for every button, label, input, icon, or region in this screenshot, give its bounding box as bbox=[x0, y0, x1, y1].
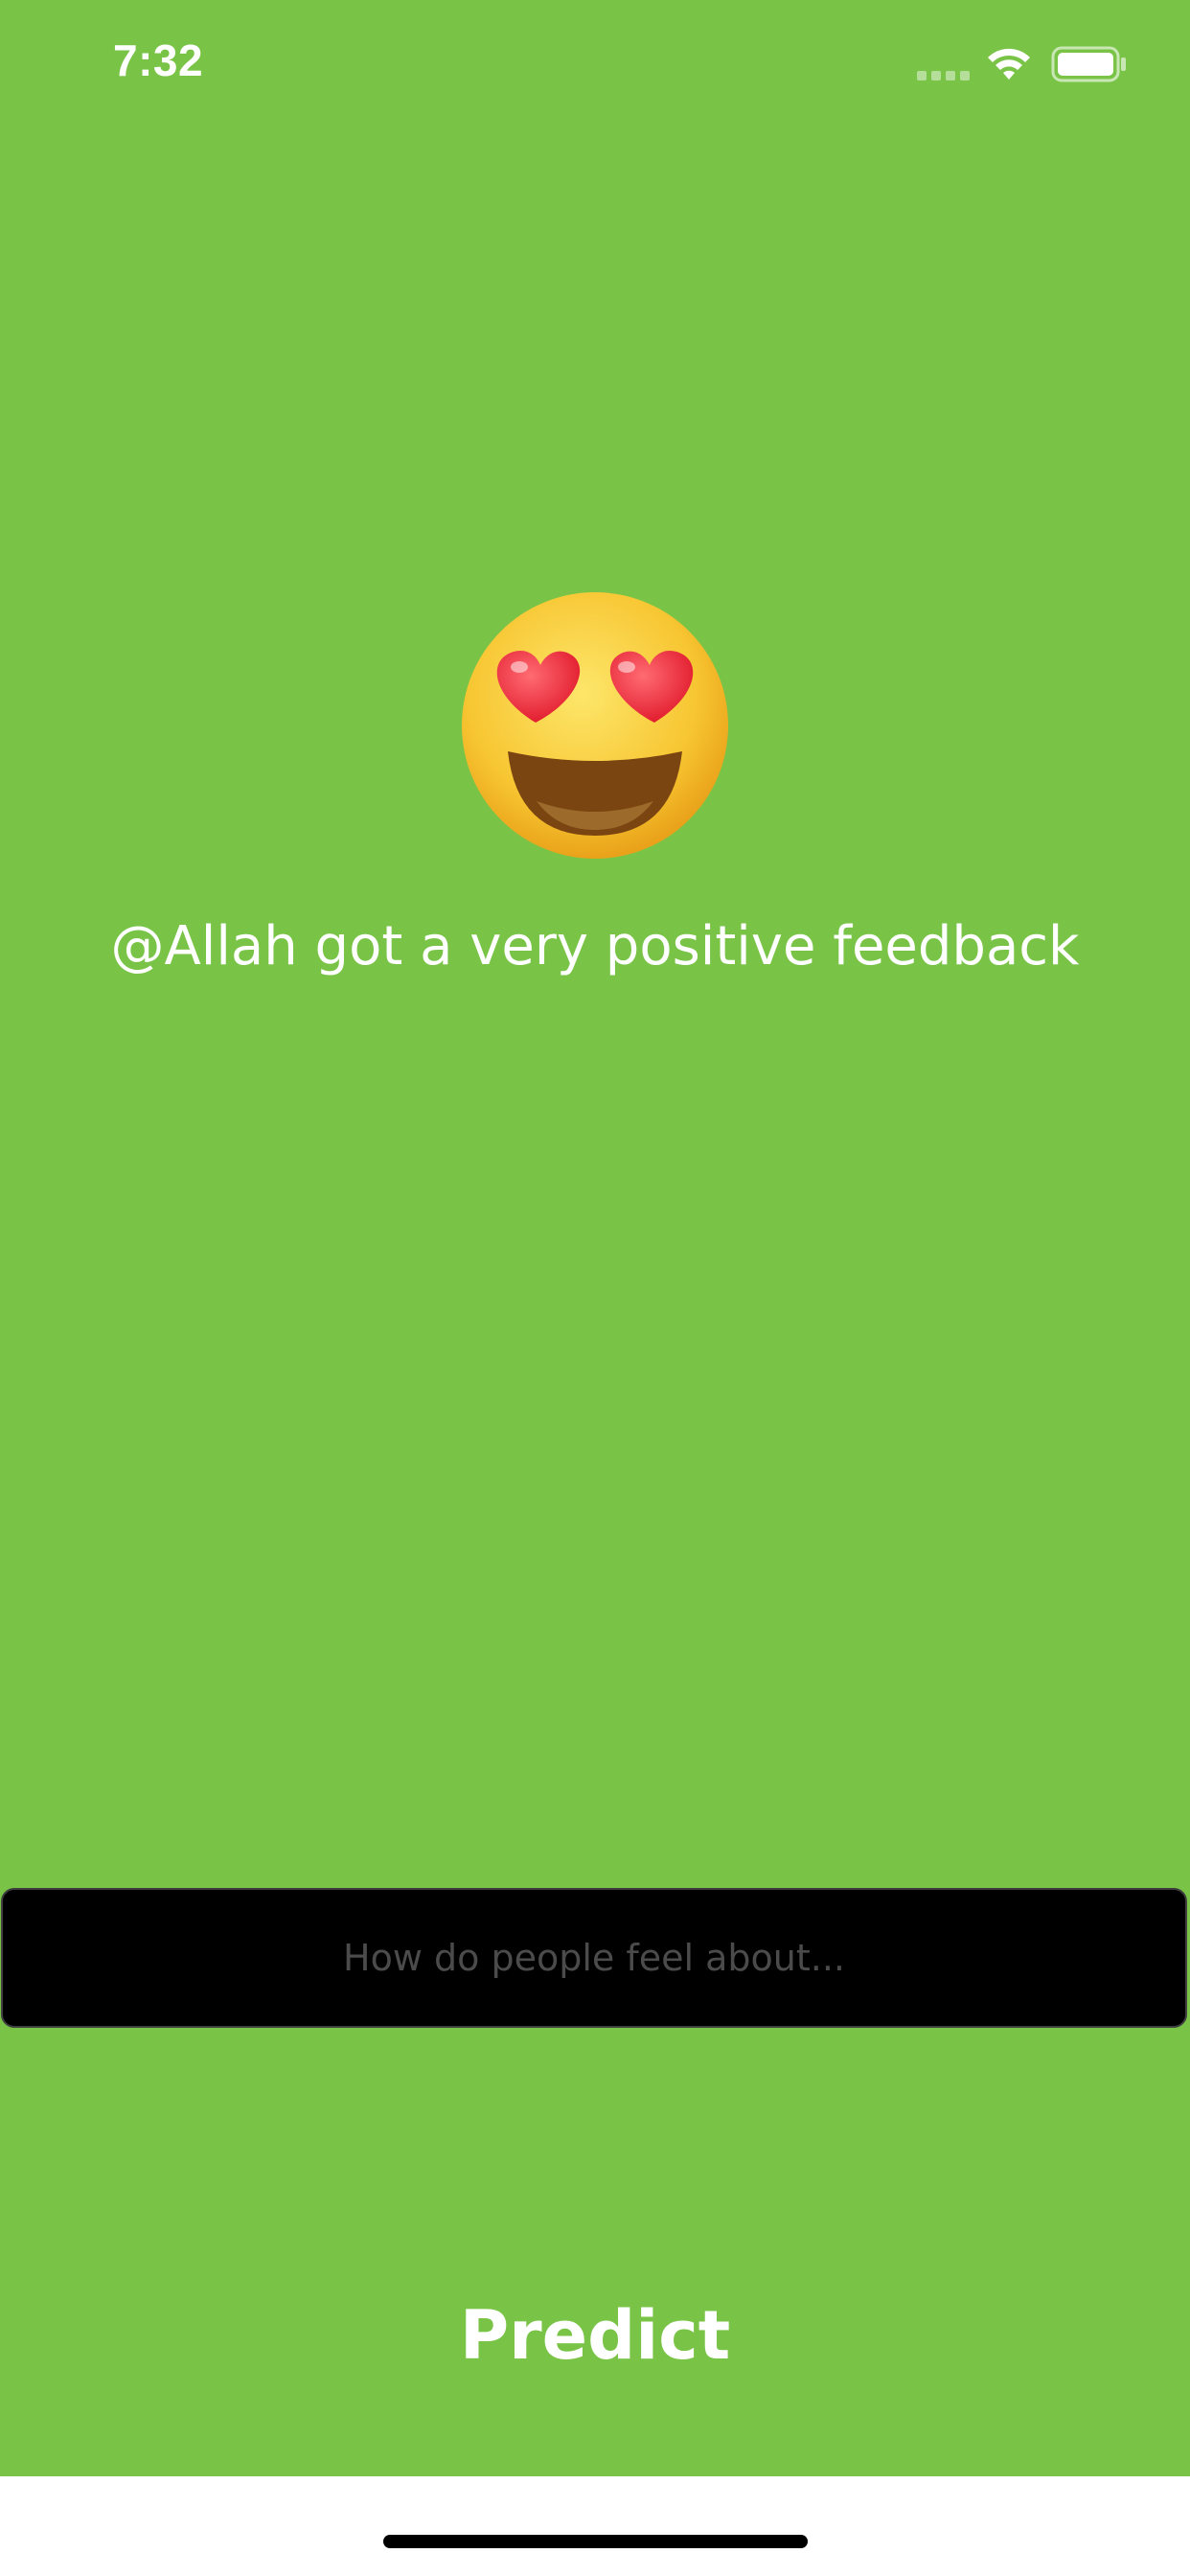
battery-icon bbox=[1051, 46, 1126, 82]
wifi-icon bbox=[988, 48, 1030, 80]
search-box[interactable] bbox=[1, 1888, 1187, 2028]
app-screen: 7:32 @Allah got a very positive feedback… bbox=[0, 0, 1190, 2476]
predict-button[interactable]: Predict bbox=[403, 2283, 787, 2388]
home-indicator bbox=[383, 2535, 808, 2548]
feedback-message: @Allah got a very positive feedback bbox=[110, 915, 1080, 978]
search-input[interactable] bbox=[3, 1890, 1185, 2026]
smiling-face-with-heart-eyes-icon bbox=[462, 592, 728, 859]
status-time: 7:32 bbox=[113, 35, 204, 85]
signal-icon bbox=[917, 71, 971, 80]
status-bar: 7:32 bbox=[0, 0, 1190, 134]
